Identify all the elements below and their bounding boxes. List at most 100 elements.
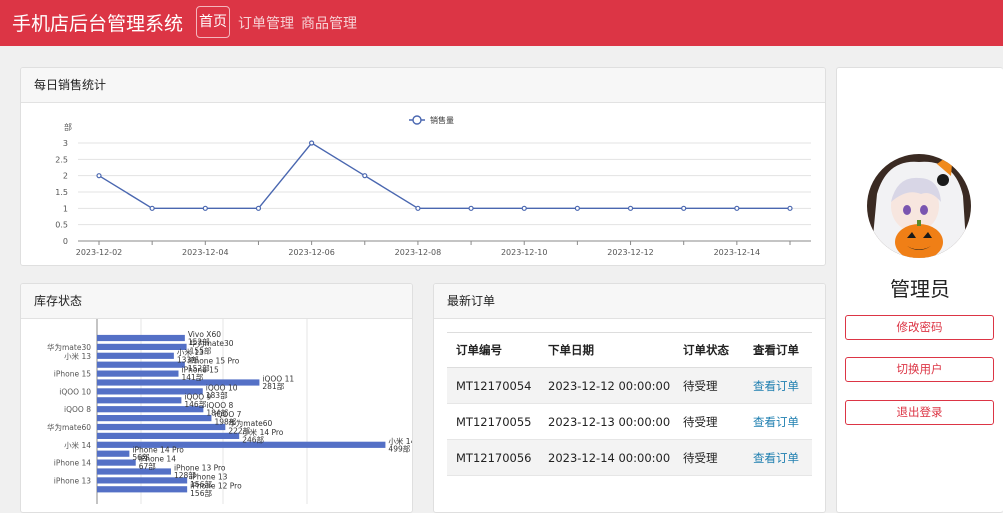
x-tick-label: 2023-12-10 [501,248,548,257]
daily-sales-card: 每日销售统计 部 0 0.5 1 1.5 2 2.5 3 2023-12-02 2023-12-0… [20,67,826,266]
sales-data-point [149,205,155,211]
bar-label-value: 281部 [262,381,284,391]
bar-label-value: 499部 [388,443,410,453]
y-axis-label: iPhone 14 [54,459,91,468]
sales-data-point [734,205,740,211]
order-status: 待受理 [674,403,744,440]
y-tick-label: 3 [63,139,68,148]
col-order-id: 订单编号 [447,332,539,368]
y-tick-label: 0 [63,237,68,246]
sales-data-point [574,205,580,211]
stock-status-card: 库存状态 华为mate30 小米 13 iPhone 15 iQOO 10 iQOO 8… [20,283,413,513]
legend-label: 销售量 [430,115,454,125]
y-axis-label: iPhone 13 [54,476,91,485]
stock-bar [97,423,226,431]
sales-data-point [309,140,315,146]
view-order-link[interactable]: 查看订单 [753,379,799,393]
stock-status-chart: 华为mate30小米 13 iPhone 15 iQOO 10 iQOO 8 华为mat… [47,319,412,504]
bar-label-value: 156部 [190,488,212,498]
table-row: MT12170054 2023-12-12 00:00:00 待受理 查看订单 [447,367,812,404]
x-tick-label: 2023-12-04 [182,248,229,257]
stock-bar [97,352,174,359]
y-axis-label: 华为mate60 [47,422,91,432]
sales-data-point [96,173,102,179]
view-order-link[interactable]: 查看订单 [753,415,799,429]
bar-label-value: 141部 [181,372,203,382]
y-axis-label: 小米 14 [64,440,91,450]
x-tick-label: 2023-12-06 [288,248,335,257]
order-date: 2023-12-14 00:00:00 [539,439,674,476]
x-tick-label: 2023-12-14 [714,248,761,257]
table-row: MT12170056 2023-12-14 00:00:00 待受理 查看订单 [447,439,812,476]
daily-sales-title: 每日销售统计 [21,68,825,103]
bar-label-value: 67部 [139,461,157,471]
order-id: MT12170054 [447,367,539,404]
order-id: MT12170056 [447,439,539,476]
y-tick-label: 2 [63,172,68,181]
stock-status-title: 库存状态 [21,284,412,319]
bar-label-value: 146部 [184,399,206,409]
top-navbar: 手机店后台管理系统 首页 订单管理 商品管理 [0,0,1003,46]
stock-bar [97,486,188,493]
order-date: 2023-12-13 00:00:00 [539,403,674,440]
app-title[interactable]: 手机店后台管理系统 [12,9,183,36]
y-tick-label: 2.5 [55,155,68,164]
username: 管理员 [890,277,950,301]
stock-bar [97,432,240,439]
y-tick-label: 1.5 [55,188,68,197]
y-tick-label: 1 [63,204,68,213]
bar-label-value: 246部 [242,434,264,444]
orders-table-header: 订单编号 下单日期 订单状态 查看订单 [447,332,812,368]
stock-bar [97,459,136,466]
x-tick-label: 2023-12-12 [607,248,654,257]
legend-marker [412,115,422,125]
y-axis-label: iQOO 10 [59,387,91,396]
order-id: MT12170055 [447,403,539,440]
view-order-link[interactable]: 查看订单 [753,451,799,465]
latest-orders-title: 最新订单 [434,284,825,319]
col-order-status: 订单状态 [674,332,744,368]
stock-bar [97,468,171,475]
stock-bar [97,370,179,377]
x-tick-label: 2023-12-02 [76,248,123,257]
profile-card: 管理员 修改密码 切换用户 退出登录 [836,67,1003,513]
avatar [867,154,971,258]
y-axis-label: 小米 13 [64,351,91,361]
stock-bar [97,343,187,350]
order-date: 2023-12-12 00:00:00 [539,367,674,404]
stock-bar [97,361,185,368]
sales-data-point [415,205,421,211]
latest-orders-card: 最新订单 订单编号 下单日期 订单状态 查看订单 MT12170054 2023… [433,283,826,513]
stock-bar [97,397,182,404]
daily-sales-chart: 部 0 0.5 1 1.5 2 2.5 3 2023-12-02 2023-12-04 2023-1… [55,115,811,257]
logout-button[interactable]: 退出登录 [845,400,994,425]
stock-bar [97,450,130,457]
sales-data-point [787,205,793,211]
switch-user-button[interactable]: 切换用户 [845,357,994,382]
order-status: 待受理 [674,439,744,476]
sales-data-point [627,205,634,211]
sales-data-point [681,205,687,211]
sales-data-point [255,205,262,211]
nav-products[interactable]: 商品管理 [301,13,357,33]
stock-bar [97,334,185,342]
table-row: MT12170055 2023-12-13 00:00:00 待受理 查看订单 [447,403,812,440]
orders-table: 订单编号 下单日期 订单状态 查看订单 MT12170054 2023-12-1… [447,332,812,476]
y-axis-label: iPhone 15 [54,370,91,379]
col-view-order: 查看订单 [744,332,812,368]
change-password-button[interactable]: 修改密码 [845,315,994,340]
stock-bar [97,415,212,422]
nav-orders[interactable]: 订单管理 [238,13,294,33]
x-tick-label: 2023-12-08 [395,248,442,257]
order-status: 待受理 [674,367,744,404]
sales-data-point [202,205,208,211]
sales-data-point [362,173,368,179]
y-axis-label: 华为mate30 [47,342,91,352]
y-tick-label: 0.5 [55,221,68,230]
col-order-date: 下单日期 [539,332,674,368]
y-axis-unit: 部 [64,122,72,132]
sales-data-point [521,205,527,211]
y-axis-label: iQOO 8 [64,405,91,414]
nav-home[interactable]: 首页 [196,6,230,38]
sales-data-point [468,205,474,211]
